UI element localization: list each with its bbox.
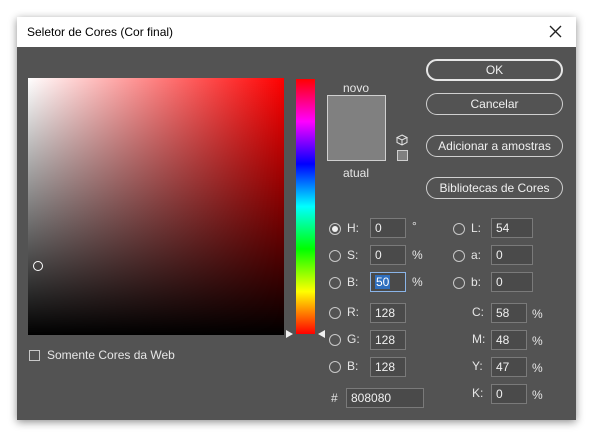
color-field[interactable] [28,78,284,335]
magenta-input[interactable]: 48 [491,330,527,350]
lightness-input[interactable]: 54 [491,218,533,238]
title-bar: Seletor de Cores (Cor final) [17,17,576,47]
current-color-label: atual [343,166,370,180]
close-icon [549,25,562,38]
green-input[interactable]: 128 [370,330,406,350]
radio-a[interactable] [453,250,465,262]
blue-input[interactable]: 128 [370,357,406,377]
color-preview-swatch [327,95,386,161]
color-picker-dialog: Seletor de Cores (Cor final) novo atual … [17,17,576,420]
cyan-input[interactable]: 58 [491,303,527,323]
radio-l[interactable] [453,223,465,235]
yellow-input[interactable]: 47 [491,357,527,377]
b-channel-input[interactable]: 0 [491,272,533,292]
brightness-input-value: 50 [375,275,391,289]
web-colors-only-checkbox[interactable] [29,350,40,361]
add-to-swatches-button[interactable]: Adicionar a amostras [426,135,563,157]
r-label: R: [347,305,359,319]
m-unit: % [532,334,543,348]
red-input[interactable]: 128 [370,303,406,323]
m-label: M: [472,332,486,346]
brightness-input[interactable]: 50 [370,272,406,292]
radio-r[interactable] [329,307,341,319]
new-color-label: novo [343,81,370,95]
l-label: L: [471,221,482,235]
cube-icon[interactable] [396,134,408,146]
g-label: G: [347,332,360,346]
radio-g[interactable] [329,334,341,346]
radio-blue[interactable] [329,361,341,373]
blue-label: B: [347,359,359,373]
a-channel-input[interactable]: 0 [491,245,533,265]
hue-slider-left-handle[interactable] [286,330,294,338]
h-unit: ° [412,219,417,233]
radio-h[interactable] [329,223,341,235]
hex-input[interactable]: 808080 [346,388,424,408]
k-unit: % [532,388,543,402]
ok-button[interactable]: OK [426,59,563,81]
dialog-title: Seletor de Cores (Cor final) [27,25,174,39]
hue-slider-right-handle[interactable] [317,330,325,338]
s-label: S: [347,248,359,262]
hue-slider[interactable] [296,79,315,334]
color-field-marker[interactable] [33,261,43,271]
cancel-button[interactable]: Cancelar [426,93,563,115]
web-colors-only-label: Somente Cores da Web [47,348,175,362]
color-libraries-button[interactable]: Bibliotecas de Cores [426,177,563,199]
y-unit: % [532,361,543,375]
h-label: H: [347,221,359,235]
saturation-input[interactable]: 0 [370,245,406,265]
black-input[interactable]: 0 [491,384,527,404]
hex-label: # [331,391,338,405]
b-unit: % [412,275,423,289]
s-unit: % [412,248,423,262]
close-button[interactable] [536,17,576,47]
radio-s[interactable] [329,250,341,262]
hue-input[interactable]: 0 [370,218,406,238]
c-unit: % [532,307,543,321]
a-label: a: [471,248,482,262]
web-safe-color-swatch[interactable] [397,150,408,161]
y-label: Y: [472,359,483,373]
b-label: B: [347,275,359,289]
radio-b[interactable] [329,277,341,289]
radio-b-lab[interactable] [453,277,465,289]
c-label: C: [472,305,484,319]
k-label: K: [472,386,484,400]
b-lab-label: b: [471,275,482,289]
